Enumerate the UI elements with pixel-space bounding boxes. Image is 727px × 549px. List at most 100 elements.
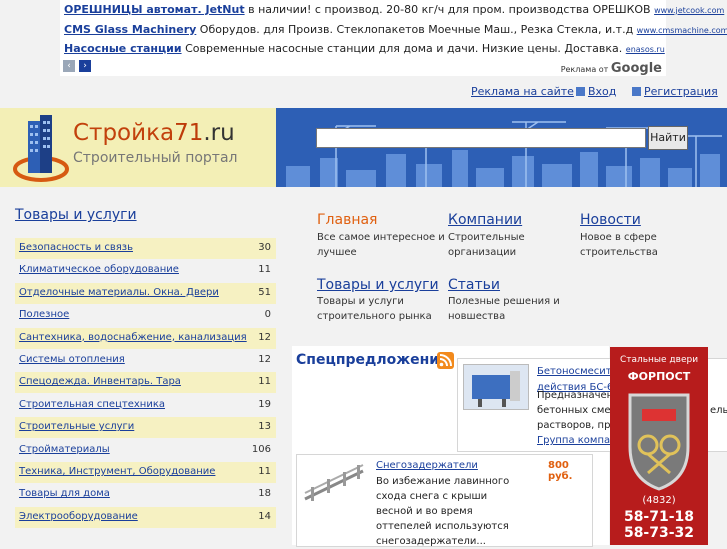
logo-text[interactable]: Стройка71.ru (73, 120, 235, 146)
ad-item[interactable]: CMS Glass Machinery Оборудов. для Произв… (64, 23, 727, 36)
category-link[interactable]: Спецодежда. Инвентарь. Тара (19, 376, 181, 387)
category-count: 11 (258, 466, 271, 477)
logo-name: Стройка (73, 120, 175, 146)
banner-title-line1: Стальные двери (619, 355, 699, 365)
category-count: 12 (258, 331, 271, 343)
category-count: 11 (258, 264, 271, 276)
nav-articles-title[interactable]: Статьи (448, 277, 500, 293)
category-link[interactable]: Отделочные материалы. Окна. Двери (19, 287, 219, 298)
category-count: 13 (258, 421, 271, 433)
nav-news-desc-line2: строительства (580, 247, 658, 258)
category-item[interactable]: Безопасность и связь 30 (15, 238, 276, 259)
special-item-title-line1[interactable]: Бетоносмесите (537, 366, 618, 377)
category-link[interactable]: Безопасность и связь (19, 242, 133, 253)
category-count: 106 (251, 443, 271, 455)
nav-main-desc-line1: Все самое интересное и (317, 232, 445, 243)
nav-companies-desc-line1: Строительные (448, 232, 525, 243)
logo-domain: .ru (203, 120, 235, 146)
nav-articles-desc: Полезные решения и новшества (448, 294, 560, 324)
ad-item[interactable]: Насосные станции Современные насосные ст… (64, 42, 665, 55)
special-item-title[interactable]: Снегозадержатели (376, 460, 478, 471)
category-link[interactable]: Электрооборудование (19, 511, 138, 522)
category-count: 14 (258, 510, 271, 522)
category-item[interactable]: Климатическое оборудование 11 (15, 260, 276, 281)
ad-title[interactable]: Насосные станции (64, 42, 182, 55)
rss-icon[interactable] (437, 352, 454, 369)
category-link[interactable]: Сантехника, водоснабжение, канализация (19, 332, 247, 343)
nav-goods-desc-line1: Товары и услуги (317, 296, 404, 307)
nav-goods-desc: Товары и услуги строительного рынка (317, 294, 432, 324)
category-link[interactable]: Строительная спецтехника (19, 399, 165, 410)
category-item[interactable]: Строительная спецтехника 19 (15, 395, 276, 416)
nav-main-desc: Все самое интересное и лучшее (317, 230, 445, 260)
banner-phone-2: 58-73-32 (623, 525, 695, 541)
nav-news-desc-line1: Новое в сфере (580, 232, 657, 243)
special-item-company-link[interactable]: Группа компан (537, 435, 617, 446)
category-item[interactable]: Строительные услуги 13 (15, 417, 276, 439)
banner-phone-1: 58-71-18 (623, 509, 695, 525)
register-link[interactable]: Регистрация (632, 85, 718, 98)
mixer-product-image[interactable] (463, 364, 529, 410)
category-link[interactable]: Климатическое оборудование (19, 264, 179, 275)
category-link[interactable]: Системы отопления (19, 354, 125, 365)
ad-url[interactable]: enasos.ru (626, 45, 665, 54)
category-count: 30 (258, 242, 271, 253)
ad-url[interactable]: www.jetcook.com (654, 6, 724, 15)
category-count: 18 (258, 488, 271, 500)
category-item[interactable]: Полезное 0 (15, 305, 276, 326)
category-item[interactable]: Техника, Инструмент, Оборудование 11 (15, 462, 276, 483)
banner-phone-code: (4832) (642, 495, 676, 506)
special-item-desc-line2: схода снега с крыши (376, 491, 488, 502)
category-link[interactable]: Полезное (19, 309, 69, 320)
special-item-desc-line1: Во избежание лавинного (376, 476, 510, 487)
nav-companies-desc: Строительные организации (448, 230, 525, 260)
nav-companies-title[interactable]: Компании (448, 212, 522, 228)
ad-text: Оборудов. для Произв. Стеклопакетов Моеч… (199, 23, 634, 36)
special-item-card: Снегозадержатели 800 руб. Во избежание л… (296, 454, 593, 547)
ads-by-google[interactable]: Реклама от Google (561, 61, 662, 76)
login-link-label[interactable]: Вход (588, 85, 616, 98)
category-count: 11 (258, 376, 271, 388)
logo-subtitle: Строительный портал (73, 150, 238, 166)
search-input[interactable] (316, 128, 646, 148)
ad-prev-button[interactable]: ‹ (63, 60, 75, 72)
nav-articles-desc-line1: Полезные решения и (448, 296, 560, 307)
logo-building-icon[interactable] (12, 113, 70, 183)
snow-guard-product-image[interactable] (301, 461, 369, 505)
nav-goods-desc-line2: строительного рынка (317, 311, 432, 322)
door-shield-icon (628, 393, 690, 491)
category-link[interactable]: Товары для дома (19, 488, 110, 499)
ad-item[interactable]: ОРЕШНИЦЫ автомат. JetNut в наличии! с пр… (64, 3, 724, 16)
special-item-price: 800 руб. (548, 460, 573, 482)
nav-goods-title[interactable]: Товары и услуги (317, 277, 439, 293)
login-icon (576, 87, 585, 96)
nav-companies-desc-line2: организации (448, 247, 517, 258)
register-link-label[interactable]: Регистрация (644, 85, 718, 98)
ad-title[interactable]: ОРЕШНИЦЫ автомат. JetNut (64, 3, 245, 16)
nav-main-title[interactable]: Главная (317, 212, 377, 228)
forpost-banner[interactable]: Стальные двери ФОРПОСТ (4832) 58-71-18 5… (610, 347, 708, 545)
category-item[interactable]: Спецодежда. Инвентарь. Тара 11 (15, 372, 276, 394)
ad-title[interactable]: CMS Glass Machinery (64, 23, 196, 36)
ad-next-button[interactable]: › (79, 60, 91, 72)
ad-url[interactable]: www.cmsmachine.com (637, 26, 727, 35)
category-count: 19 (258, 398, 271, 410)
category-link[interactable]: Стройматериалы (19, 444, 110, 455)
category-item[interactable]: Сантехника, водоснабжение, канализация 12 (15, 327, 276, 349)
category-item[interactable]: Электрооборудование 14 (15, 506, 276, 528)
category-link[interactable]: Техника, Инструмент, Оборудование (19, 466, 215, 477)
category-item[interactable]: Товары для дома 18 (15, 484, 276, 505)
ads-by-label: Реклама от (560, 65, 609, 74)
advertise-link[interactable]: Реклама на сайте (471, 85, 574, 98)
category-item[interactable]: Стройматериалы 106 (15, 440, 276, 461)
nav-news-title[interactable]: Новости (580, 212, 641, 228)
categories-title[interactable]: Товары и услуги (15, 207, 137, 223)
login-link[interactable]: Вход (576, 85, 616, 98)
category-item[interactable]: Отделочные материалы. Окна. Двери 51 (15, 282, 276, 304)
category-link[interactable]: Строительные услуги (19, 421, 134, 432)
category-item[interactable]: Системы отопления 12 (15, 350, 276, 371)
nav-main-desc-line2: лучшее (317, 247, 357, 258)
search-button[interactable]: Найти (648, 126, 688, 150)
specials-title[interactable]: Спецпредложения (296, 352, 448, 368)
nav-articles-desc-line2: новшества (448, 311, 506, 322)
